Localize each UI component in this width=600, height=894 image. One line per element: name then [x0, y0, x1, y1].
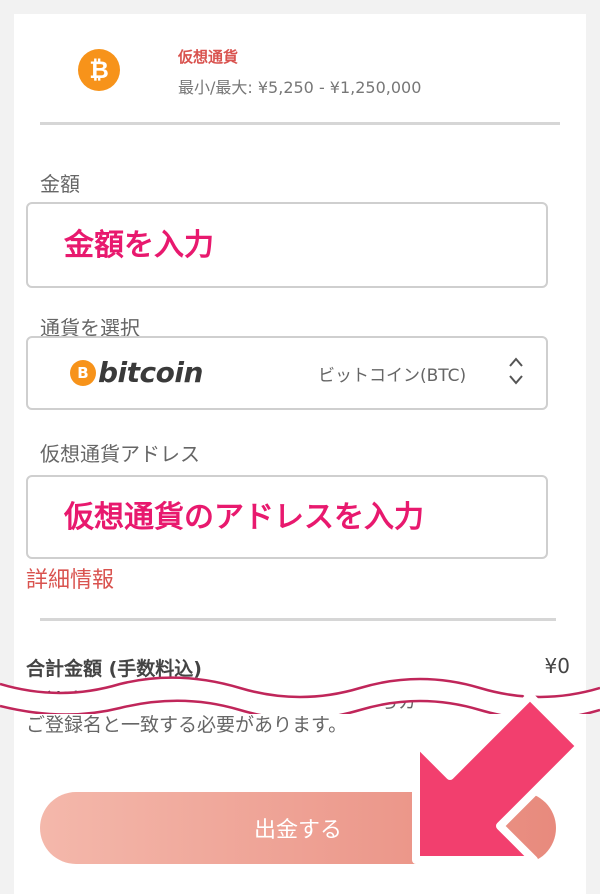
bitcoin-logo: B bitcoin	[70, 356, 203, 389]
crypto-address-field-box	[26, 475, 548, 559]
method-limits-text: 最小/最大: ¥5,250 - ¥1,250,000	[178, 78, 422, 97]
bitcoin-logo-icon: B	[70, 359, 96, 386]
amount-field-box	[26, 202, 548, 288]
bitcoin-logo-text: bitcoin	[98, 356, 203, 389]
method-type-label: 仮想通貨	[178, 48, 239, 66]
up-down-chevron-icon	[509, 357, 523, 385]
crypto-address-label: 仮想通貨アドレス	[40, 442, 200, 466]
divider	[40, 122, 560, 125]
bitcoin-icon: ₿	[78, 49, 120, 91]
name-match-note: ご登録名と一致する必要があります。	[26, 714, 348, 736]
amount-input[interactable]	[28, 204, 546, 286]
crypto-address-input[interactable]	[28, 477, 546, 557]
currency-select-value: ビットコイン(BTC)	[318, 366, 467, 386]
currency-select[interactable]: B bitcoin ビットコイン(BTC)	[26, 336, 548, 410]
details-divider	[40, 618, 556, 621]
amount-label: 金額	[40, 172, 80, 196]
details-link[interactable]: 詳細情報	[26, 562, 114, 594]
pointer-arrow-icon	[412, 674, 584, 864]
payment-method-row[interactable]: ₿ 仮想通貨 最小/最大: ¥5,250 - ¥1,250,000	[14, 14, 586, 122]
